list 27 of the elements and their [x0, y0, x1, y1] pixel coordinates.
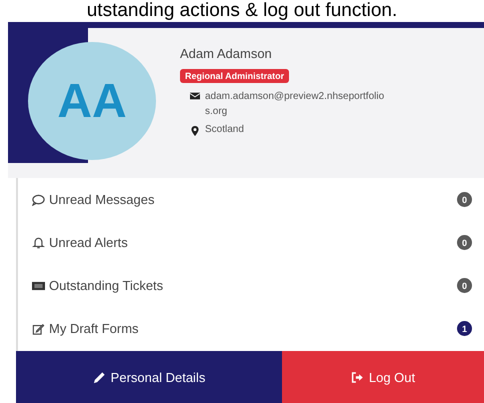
- role-badge: Regional Administrator: [180, 69, 290, 83]
- caption-text: utstanding actions & log out function.: [86, 0, 398, 22]
- map-pin-icon: [190, 126, 200, 136]
- bell-icon: [32, 236, 45, 248]
- pencil-icon: [92, 370, 106, 384]
- menu-item[interactable]: Unread Alerts 0: [18, 221, 484, 264]
- count-badge: 1: [457, 321, 472, 336]
- count-badge: 0: [457, 278, 472, 293]
- item-label: Unread Messages: [49, 192, 156, 207]
- menu-item[interactable]: Unread Messages 0: [18, 178, 484, 221]
- envelope-icon: [190, 91, 200, 101]
- edit-icon: [32, 322, 45, 334]
- count-badge: 0: [457, 235, 472, 250]
- item-label: My Draft Forms: [49, 321, 140, 336]
- location-text: Scotland: [205, 124, 244, 135]
- user-name: Adam Adamson: [180, 46, 273, 61]
- speech-bubble-icon: [32, 194, 45, 206]
- log-out-button[interactable]: Log Out: [282, 351, 484, 403]
- ticket-icon: [32, 280, 45, 292]
- personal-details-button[interactable]: Personal Details: [16, 351, 282, 403]
- menu-item[interactable]: My Draft Forms 1: [18, 307, 484, 350]
- count-badge: 0: [457, 192, 472, 207]
- item-label: Outstanding Tickets: [49, 278, 164, 293]
- email-text: adam.adamson@preview2.nhseportfolios.org: [205, 90, 385, 119]
- item-label: Unread Alerts: [49, 235, 129, 250]
- menu-item[interactable]: Outstanding Tickets 0: [18, 264, 484, 307]
- sign-out-icon: [350, 370, 364, 384]
